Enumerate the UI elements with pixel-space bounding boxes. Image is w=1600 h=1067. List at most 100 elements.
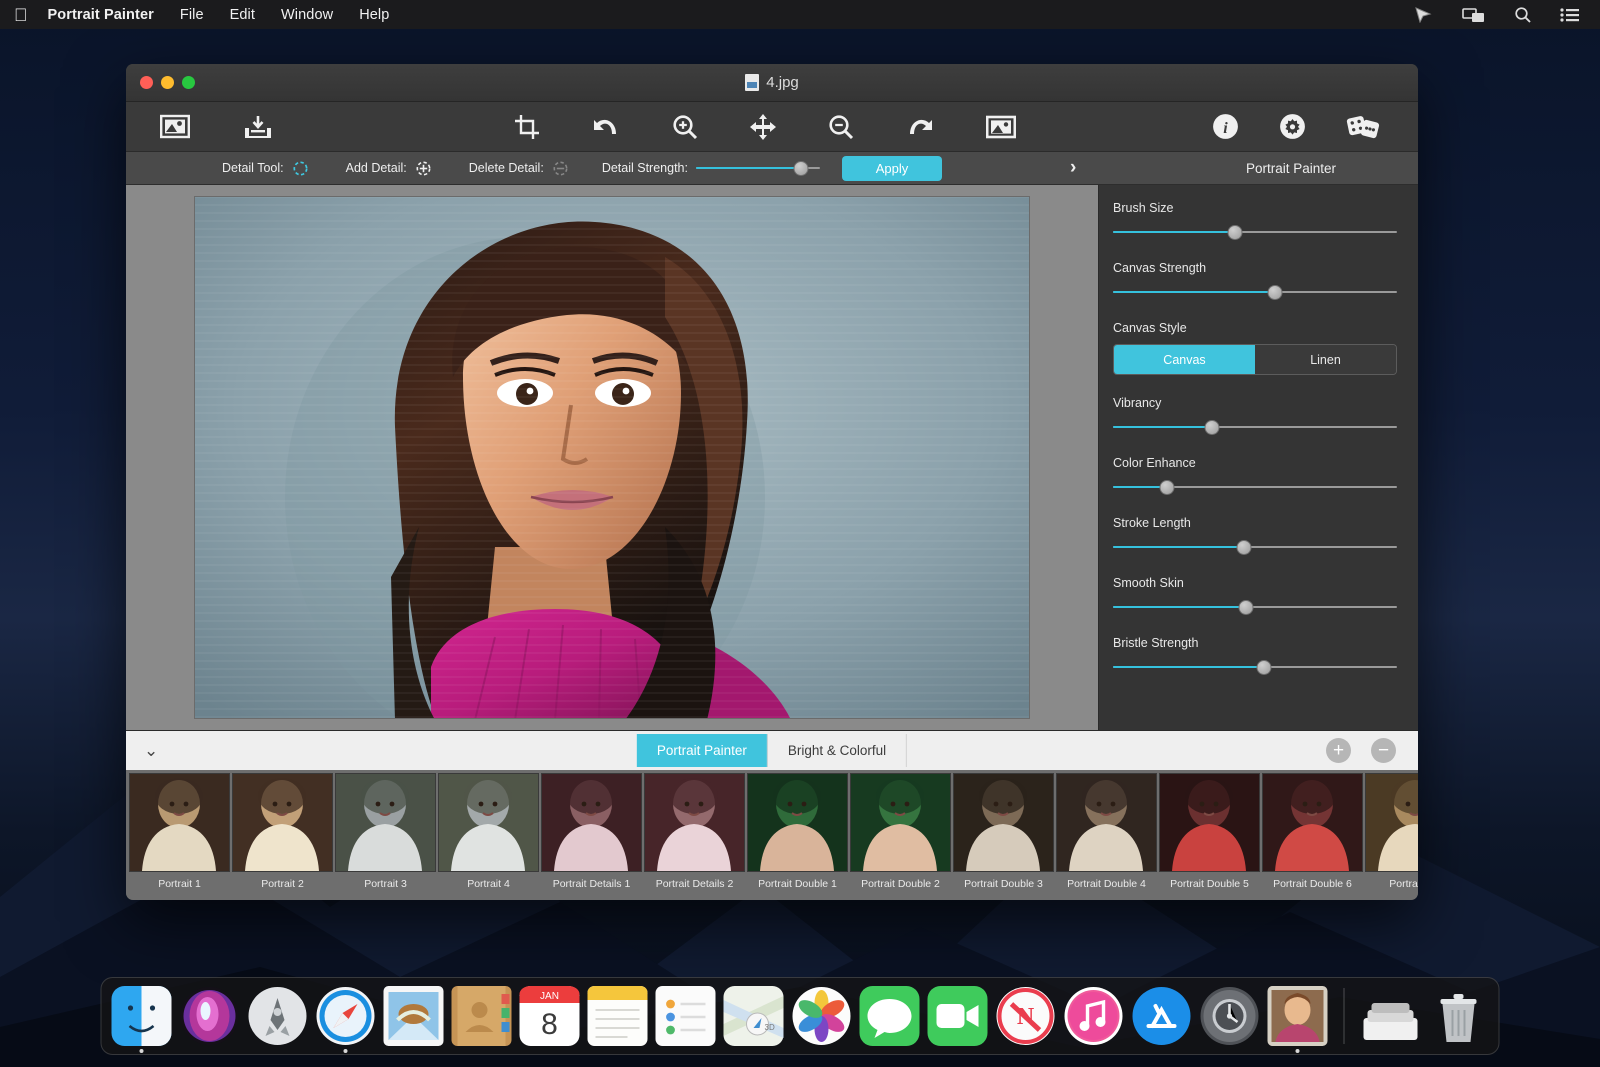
thumbnail-image[interactable] xyxy=(1262,773,1363,872)
safari-icon[interactable] xyxy=(316,986,376,1046)
chevron-right-icon[interactable]: › xyxy=(1070,157,1076,179)
maps-icon[interactable]: 3D xyxy=(724,986,784,1046)
delete-detail-control[interactable]: Delete Detail: xyxy=(469,160,569,177)
minimize-button[interactable] xyxy=(161,76,174,89)
contacts-icon[interactable] xyxy=(452,986,512,1046)
info-icon[interactable]: i xyxy=(1212,113,1239,140)
search-icon[interactable] xyxy=(1514,6,1532,24)
thumbnail-image[interactable] xyxy=(129,773,230,872)
open-image-icon[interactable] xyxy=(160,114,190,140)
thumbnail-image[interactable] xyxy=(541,773,642,872)
menu-item-file[interactable]: File xyxy=(180,7,204,23)
slider[interactable] xyxy=(1113,284,1397,300)
detail-tool-icon[interactable] xyxy=(292,160,309,177)
slider[interactable] xyxy=(1113,419,1397,435)
remove-preset-button[interactable]: − xyxy=(1371,738,1396,763)
trash-icon[interactable] xyxy=(1429,986,1489,1046)
tab-bright-colorful[interactable]: Bright & Colorful xyxy=(768,734,907,767)
preset-thumbnail[interactable]: Portrait Double 3 xyxy=(953,773,1054,900)
rotate-left-icon[interactable] xyxy=(592,114,620,140)
preset-thumbnail[interactable]: Portrait Details 1 xyxy=(541,773,642,900)
itunes-icon[interactable] xyxy=(1064,986,1124,1046)
slider[interactable] xyxy=(1113,224,1397,240)
chevron-down-icon[interactable]: ⌄ xyxy=(144,741,158,761)
thumbnail-image[interactable] xyxy=(644,773,745,872)
slider[interactable] xyxy=(1113,479,1397,495)
dice-randomize-icon[interactable] xyxy=(1346,113,1380,140)
thumbnail-image[interactable] xyxy=(1159,773,1260,872)
save-image-icon[interactable] xyxy=(242,114,274,140)
tab-portrait-painter[interactable]: Portrait Painter xyxy=(637,734,768,767)
apple-logo-icon[interactable]:  xyxy=(14,6,28,24)
detail-strength-slider[interactable] xyxy=(696,160,820,176)
slider[interactable] xyxy=(1113,659,1397,675)
apply-button[interactable]: Apply xyxy=(842,156,942,181)
segment-option-linen[interactable]: Linen xyxy=(1255,345,1396,374)
fit-image-icon[interactable] xyxy=(986,114,1016,140)
preset-thumbnail[interactable]: Portrait Details 2 xyxy=(644,773,745,900)
rotate-right-icon[interactable] xyxy=(906,114,934,140)
preset-thumbnail[interactable]: Portrait Double 6 xyxy=(1262,773,1363,900)
thumbnail-image[interactable] xyxy=(953,773,1054,872)
settings-gear-icon[interactable] xyxy=(1279,113,1306,140)
menu-item-edit[interactable]: Edit xyxy=(230,7,255,23)
segmented-control[interactable]: CanvasLinen xyxy=(1113,344,1397,375)
menu-app-name[interactable]: Portrait Painter xyxy=(48,7,154,23)
window-titlebar[interactable]: 4.jpg xyxy=(126,64,1418,102)
mail-icon[interactable] xyxy=(384,986,444,1046)
preset-thumbnail[interactable]: Portrait 3 xyxy=(335,773,436,900)
preset-thumbnail[interactable]: Portrait 4 xyxy=(438,773,539,900)
move-icon[interactable] xyxy=(750,114,776,140)
segment-option-canvas[interactable]: Canvas xyxy=(1114,345,1255,374)
canvas-area[interactable] xyxy=(126,185,1098,730)
preset-thumbnail[interactable]: Portrait Double 4 xyxy=(1056,773,1157,900)
siri-icon[interactable] xyxy=(180,986,240,1046)
maximize-button[interactable] xyxy=(182,76,195,89)
thumbnail-image[interactable] xyxy=(747,773,848,872)
slider[interactable] xyxy=(1113,539,1397,555)
control-center-icon[interactable] xyxy=(1560,8,1580,22)
app-store-icon[interactable] xyxy=(1132,986,1192,1046)
add-preset-button[interactable]: + xyxy=(1326,738,1351,763)
facetime-icon[interactable] xyxy=(928,986,988,1046)
messages-icon[interactable] xyxy=(860,986,920,1046)
crop-icon[interactable] xyxy=(514,114,540,140)
preset-thumbnail[interactable]: Portrait Double 1 xyxy=(747,773,848,900)
launchpad-icon[interactable] xyxy=(248,986,308,1046)
preset-thumbnail-strip[interactable]: Portrait 1Portrait 2Portrait 3Portrait 4… xyxy=(126,770,1418,900)
preset-thumbnail[interactable]: Portrait 2 xyxy=(232,773,333,900)
detail-strength-control[interactable]: Detail Strength: xyxy=(602,160,820,176)
downloads-stack-icon[interactable] xyxy=(1361,986,1421,1046)
system-preferences-icon[interactable] xyxy=(1200,986,1260,1046)
notes-icon[interactable] xyxy=(588,986,648,1046)
screen-mirroring-icon[interactable] xyxy=(1462,7,1486,23)
add-detail-control[interactable]: Add Detail: xyxy=(346,160,432,177)
close-button[interactable] xyxy=(140,76,153,89)
thumbnail-image[interactable] xyxy=(850,773,951,872)
thumbnail-image[interactable] xyxy=(335,773,436,872)
menu-item-window[interactable]: Window xyxy=(281,7,333,23)
preset-thumbnail[interactable]: Portrait Double 2 xyxy=(850,773,951,900)
preset-thumbnail[interactable]: Portrait Double 5 xyxy=(1159,773,1260,900)
preset-thumbnail[interactable]: Portrait 1 xyxy=(129,773,230,900)
preset-thumbnail[interactable]: Portrait Pet xyxy=(1365,773,1418,900)
menu-item-help[interactable]: Help xyxy=(359,7,389,23)
thumbnail-image[interactable] xyxy=(438,773,539,872)
calendar-icon[interactable]: JAN8 xyxy=(520,986,580,1046)
slider[interactable] xyxy=(1113,599,1397,615)
add-detail-icon[interactable] xyxy=(415,160,432,177)
photos-icon[interactable] xyxy=(792,986,852,1046)
delete-detail-icon[interactable] xyxy=(552,160,569,177)
zoom-in-icon[interactable] xyxy=(672,114,698,140)
cursor-icon[interactable] xyxy=(1414,7,1434,23)
portrait-image[interactable] xyxy=(194,196,1030,719)
thumbnail-image[interactable] xyxy=(1056,773,1157,872)
thumbnail-image[interactable] xyxy=(232,773,333,872)
thumbnail-image[interactable] xyxy=(1365,773,1418,872)
detail-tool-control[interactable]: Detail Tool: xyxy=(222,160,309,177)
zoom-out-icon[interactable] xyxy=(828,114,854,140)
finder-icon[interactable] xyxy=(112,986,172,1046)
news-icon[interactable]: N xyxy=(996,986,1056,1046)
reminders-icon[interactable] xyxy=(656,986,716,1046)
portrait-painter-icon[interactable] xyxy=(1268,986,1328,1046)
